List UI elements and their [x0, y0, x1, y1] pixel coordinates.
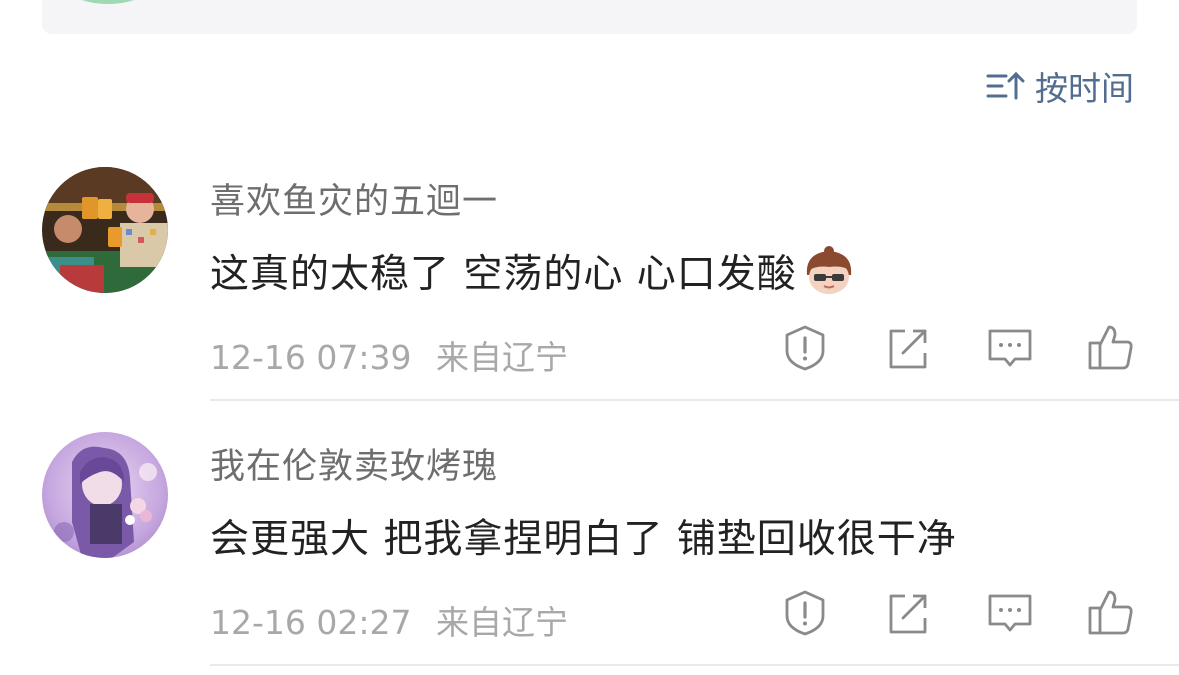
- comment-actions: [780, 588, 1140, 638]
- like-button[interactable]: [1085, 588, 1135, 638]
- reply-icon: [988, 329, 1032, 367]
- comment-time: 12-16 07:39: [210, 338, 412, 377]
- report-icon: [785, 325, 825, 371]
- comment-text: 会更强大 把我拿捏明白了 铺垫回收很干净: [210, 517, 957, 562]
- share-icon: [889, 594, 927, 634]
- comment-item: 我在伦敦卖玫烤瑰 会更强大 把我拿捏明白了 铺垫回收很干净 12-16 02:2…: [0, 430, 1179, 665]
- like-icon: [1088, 325, 1133, 370]
- comment-time: 12-16 02:27: [210, 603, 412, 642]
- report-button[interactable]: [780, 323, 830, 373]
- share-icon: [889, 329, 927, 369]
- reply-button[interactable]: [985, 588, 1035, 638]
- previous-comment-card: [42, 0, 1137, 34]
- like-icon: [1088, 590, 1133, 635]
- share-button[interactable]: [883, 323, 933, 373]
- report-button[interactable]: [780, 588, 830, 638]
- username[interactable]: 我在伦敦卖玫烤瑰: [210, 438, 498, 489]
- comment-meta: 12-16 07:39 来自辽宁: [210, 331, 568, 379]
- share-button[interactable]: [883, 588, 933, 638]
- comment-divider: [210, 399, 1179, 401]
- reply-button[interactable]: [985, 323, 1035, 373]
- cool-boy-sunglasses-emoji: [806, 246, 851, 294]
- comment-divider: [210, 664, 1179, 666]
- sort-by-time-button[interactable]: 按时间: [985, 66, 1134, 108]
- comment-location: 来自辽宁: [435, 603, 568, 642]
- avatar[interactable]: [42, 167, 168, 293]
- reply-icon: [988, 594, 1032, 632]
- comment-meta: 12-16 02:27 来自辽宁: [210, 596, 568, 644]
- like-button[interactable]: [1085, 323, 1135, 373]
- comment-location: 来自辽宁: [435, 338, 568, 377]
- comment-text: 这真的太稳了 空荡的心 心口发酸: [210, 243, 859, 299]
- report-icon: [785, 590, 825, 636]
- avatar[interactable]: [42, 432, 168, 558]
- sort-icon: [986, 71, 1025, 100]
- username[interactable]: 喜欢鱼灾的五迴一: [210, 173, 498, 224]
- sort-label: 按时间: [1035, 69, 1134, 108]
- comment-item: 喜欢鱼灾的五迴一 这真的太稳了 空荡的心 心口发酸 12-16 07:39 来自…: [0, 165, 1179, 400]
- comment-actions: [780, 323, 1140, 373]
